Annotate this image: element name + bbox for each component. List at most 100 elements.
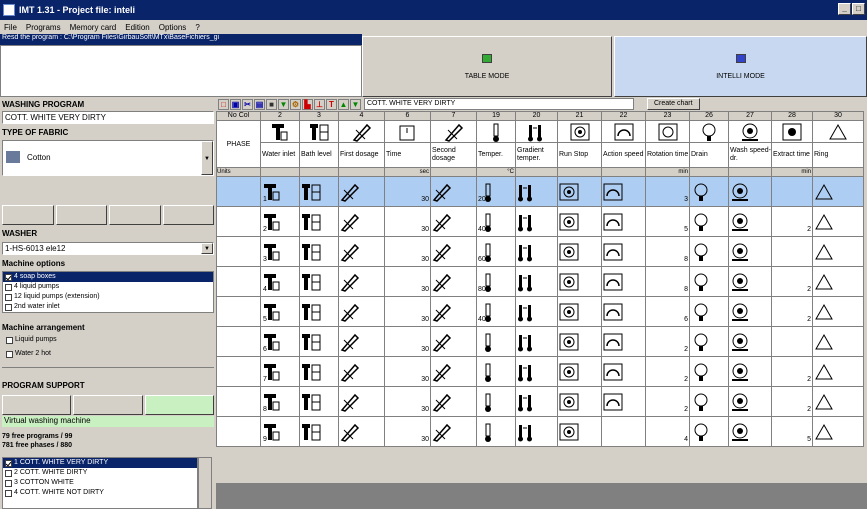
grid-cell[interactable]: 2	[771, 266, 813, 297]
table-row[interactable]: 5 30 40 6 2	[216, 296, 864, 327]
list-item[interactable]: 2 COTT. WHITE DIRTY	[3, 468, 197, 478]
grid-cell[interactable]: 2	[771, 296, 813, 327]
option-item[interactable]: 4 liquid pumps	[3, 282, 213, 292]
grid-cell[interactable]	[430, 296, 477, 327]
grid-cell[interactable]	[601, 416, 646, 447]
list-item[interactable]: 3 COTTON WHITE	[3, 478, 197, 488]
grid-cell[interactable]	[728, 356, 772, 387]
support-tab-1[interactable]	[2, 395, 72, 415]
table-row[interactable]: 7 30 2 2	[216, 356, 864, 387]
grid-cell[interactable]	[299, 236, 339, 267]
arrangement-water-hot[interactable]: Water 2 hot	[4, 349, 51, 359]
up-icon[interactable]: ▲	[338, 98, 349, 110]
grid-cell[interactable]	[812, 386, 864, 417]
grid-cell[interactable]: 80	[476, 266, 516, 297]
support-tab-2[interactable]	[73, 395, 143, 415]
grid-cell[interactable]	[771, 176, 813, 207]
grid-cell[interactable]: 2	[260, 206, 300, 237]
filter-icon[interactable]: ▼	[278, 98, 289, 110]
checkbox[interactable]	[5, 273, 12, 281]
grid-cell[interactable]	[338, 416, 385, 447]
grid-cell[interactable]	[557, 326, 602, 357]
grid-cell[interactable]: 6	[645, 296, 690, 327]
grid-cell[interactable]: 5	[771, 416, 813, 447]
grid-cell[interactable]	[771, 236, 813, 267]
grid-cell[interactable]	[728, 236, 772, 267]
grid-cell[interactable]	[689, 266, 729, 297]
grid-cell[interactable]: 30	[384, 326, 431, 357]
grid-cell[interactable]	[515, 266, 558, 297]
chart-icon[interactable]: ▙	[302, 98, 313, 110]
phase-empty[interactable]	[216, 236, 261, 267]
grid-cell[interactable]	[515, 206, 558, 237]
grid-cell[interactable]	[689, 296, 729, 327]
program-tab-2[interactable]	[55, 205, 107, 225]
grid-cell[interactable]: 30	[384, 296, 431, 327]
menu-memory-card[interactable]: Memory card	[70, 23, 117, 32]
grid-cell[interactable]	[299, 386, 339, 417]
grid-cell[interactable]	[557, 296, 602, 327]
grid-cell[interactable]	[728, 296, 772, 327]
phase-empty[interactable]	[216, 266, 261, 297]
tools-icon[interactable]: ⚙	[290, 98, 301, 110]
paste-icon[interactable]: ▤	[254, 98, 265, 110]
grid-cell[interactable]: 3	[645, 176, 690, 207]
support-tab-3[interactable]	[144, 395, 214, 415]
program-tab-3[interactable]	[109, 205, 161, 225]
phase-empty[interactable]	[216, 206, 261, 237]
grid-cell[interactable]: 2	[771, 206, 813, 237]
grid-cell[interactable]: 40	[476, 296, 516, 327]
grid-cell[interactable]	[812, 266, 864, 297]
phase-empty[interactable]	[216, 356, 261, 387]
checkbox[interactable]	[5, 459, 12, 467]
grid-cell[interactable]	[338, 326, 385, 357]
cut-icon[interactable]: ✂	[242, 98, 253, 110]
chevron-down-icon[interactable]: ▼	[201, 141, 213, 175]
grid-cell[interactable]	[557, 416, 602, 447]
grid-cell[interactable]: 8	[645, 236, 690, 267]
grid-cell[interactable]: 2	[771, 386, 813, 417]
grid-cell[interactable]	[557, 206, 602, 237]
checkbox[interactable]	[5, 303, 12, 311]
grid-cell[interactable]: 7	[260, 356, 300, 387]
grid-cell[interactable]	[430, 266, 477, 297]
grid-cell[interactable]	[476, 356, 516, 387]
grid-cell[interactable]	[430, 326, 477, 357]
grid-cell[interactable]	[728, 176, 772, 207]
table-row[interactable]: 3 30 60 8	[216, 236, 864, 267]
grid-cell[interactable]: 2	[771, 356, 813, 387]
grid-cell[interactable]	[812, 236, 864, 267]
table-row[interactable]: 8 30 2 2	[216, 386, 864, 417]
option-item[interactable]: 2nd water inlet	[3, 302, 213, 312]
grid-cell[interactable]: 30	[384, 386, 431, 417]
program-title-field[interactable]: COTT. WHITE VERY DIRTY	[364, 98, 634, 110]
grid-cell[interactable]	[812, 416, 864, 447]
grid-cell[interactable]	[515, 296, 558, 327]
grid-cell[interactable]	[771, 326, 813, 357]
table-row[interactable]: 9 30 4 5	[216, 416, 864, 447]
grid-cell[interactable]	[430, 206, 477, 237]
grid-cell[interactable]	[515, 386, 558, 417]
grid-cell[interactable]	[689, 356, 729, 387]
option-item[interactable]: 4 soap boxes	[3, 272, 213, 282]
grid-cell[interactable]	[812, 206, 864, 237]
grid-cell[interactable]	[299, 296, 339, 327]
grid-cell[interactable]	[430, 236, 477, 267]
fabric-select[interactable]: Cotton ▼	[2, 140, 214, 176]
grid-cell[interactable]	[338, 296, 385, 327]
grid-cell[interactable]	[689, 236, 729, 267]
grid-cell[interactable]	[515, 416, 558, 447]
grid-cell[interactable]: 8	[645, 266, 690, 297]
menu-programs[interactable]: Programs	[26, 23, 61, 32]
list-scrollbar[interactable]	[198, 457, 212, 509]
grid-cell[interactable]	[689, 176, 729, 207]
grid-cell[interactable]: 5	[260, 296, 300, 327]
text-icon[interactable]: T	[326, 98, 337, 110]
table-row[interactable]: 4 30 80 8 2	[216, 266, 864, 297]
grid-cell[interactable]: 4	[260, 266, 300, 297]
grid-cell[interactable]: 2	[645, 386, 690, 417]
grid-cell[interactable]: 30	[384, 266, 431, 297]
grid-cell[interactable]	[476, 416, 516, 447]
table-row[interactable]: 6 30 2	[216, 326, 864, 357]
grid-cell[interactable]	[476, 326, 516, 357]
